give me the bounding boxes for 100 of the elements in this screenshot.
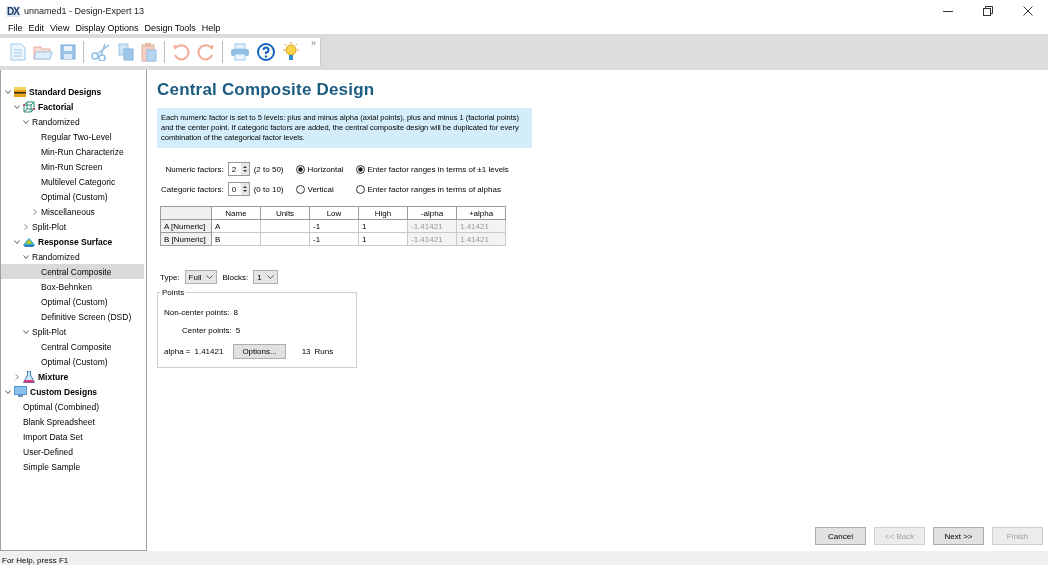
menu-item[interactable]: Design Tools — [141, 23, 199, 33]
tree-item[interactable]: Randomized — [1, 114, 144, 129]
dropdown[interactable]: 1 — [253, 270, 278, 284]
radio-empty-icon[interactable] — [355, 184, 365, 194]
spin-field[interactable]: 2 — [227, 162, 250, 176]
table-cell[interactable]: A — [211, 219, 261, 233]
caret-icon — [266, 274, 274, 280]
range-hint: (2 to 50) — [253, 164, 284, 174]
tree-item[interactable]: Optimal (Custom) — [1, 294, 144, 309]
expand-chevron-icon[interactable] — [23, 223, 29, 230]
radio-selected-icon[interactable] — [355, 164, 365, 174]
lightbulb-icon[interactable] — [282, 42, 300, 62]
tree-item[interactable]: Multilevel Categoric — [1, 174, 144, 189]
page-heading: Central Composite Design — [157, 80, 375, 100]
tree-item[interactable]: Optimal (Combined) — [1, 399, 144, 414]
field-label: Center points: — [182, 326, 232, 335]
table-cell[interactable]: 1 — [358, 219, 408, 233]
restore-icon[interactable] — [983, 6, 993, 16]
radio-button[interactable]: Enter factor ranges in terms of ±1 levels — [355, 164, 509, 174]
table-cell[interactable]: 1 — [358, 232, 408, 246]
collapse-chevron-icon[interactable] — [14, 238, 20, 245]
collapse-chevron-icon[interactable] — [5, 388, 11, 395]
field-value: 1.41421 — [194, 347, 224, 356]
tree-item[interactable]: Regular Two-Level — [1, 129, 144, 144]
dropdown[interactable]: Full — [184, 270, 218, 284]
column-header: High — [358, 206, 408, 220]
menu-item[interactable]: View — [47, 23, 73, 33]
table-cell[interactable]: B — [211, 232, 261, 246]
tree-item[interactable]: Standard Designs — [1, 84, 144, 99]
tree-item[interactable]: Min-Run Screen — [1, 159, 144, 174]
column-header: Low — [309, 206, 359, 220]
collapse-chevron-icon[interactable] — [23, 118, 29, 125]
tree-item[interactable]: Definitive Screen (DSD) — [1, 309, 144, 324]
tree-item[interactable]: Optimal (Custom) — [1, 354, 144, 369]
tree-item[interactable]: Miscellaneous — [1, 204, 144, 219]
tree-item[interactable]: Response Surface — [1, 234, 144, 249]
surface-icon — [23, 236, 35, 247]
expand-chevron-icon[interactable] — [32, 208, 38, 215]
column-header: Units — [260, 206, 310, 220]
overflow-button[interactable]: » — [311, 38, 316, 48]
radio-selected-icon[interactable] — [295, 164, 305, 174]
collapse-chevron-icon[interactable] — [23, 328, 29, 335]
field-label: Non-center points: — [164, 308, 230, 317]
menu-item[interactable]: File — [5, 23, 26, 33]
spin-arrows-icon[interactable] — [240, 163, 249, 175]
tree-item[interactable]: Min-Run Characterize — [1, 144, 144, 159]
collapse-chevron-icon[interactable] — [14, 103, 20, 110]
help-icon[interactable] — [257, 43, 275, 61]
table-cell[interactable] — [260, 232, 310, 246]
options-button[interactable]: Options... — [233, 344, 286, 359]
menu-item[interactable]: Help — [198, 23, 224, 33]
toolbox-icon — [14, 86, 26, 97]
field-label: Type: — [160, 272, 180, 282]
expand-chevron-icon[interactable] — [14, 373, 20, 380]
app-logo: DX — [6, 5, 20, 17]
table-cell[interactable]: -1 — [309, 219, 359, 233]
tree-item[interactable]: User-Defined — [1, 444, 144, 459]
tree-item[interactable]: Blank Spreadsheet — [1, 414, 144, 429]
collapse-chevron-icon[interactable] — [23, 253, 29, 260]
field-value: 8 — [233, 308, 238, 317]
column-header: Name — [211, 206, 261, 220]
close-icon[interactable] — [1023, 6, 1033, 16]
tree-item[interactable]: Optimal (Custom) — [1, 189, 144, 204]
status-text: For Help, press F1 — [2, 556, 69, 565]
spin-field[interactable]: 0 — [227, 182, 250, 196]
collapse-chevron-icon[interactable] — [5, 88, 11, 95]
tree-item[interactable]: Box-Behnken — [1, 279, 144, 294]
field-label: Blocks: — [222, 272, 249, 282]
radio-empty-icon[interactable] — [295, 184, 305, 194]
tree-item[interactable]: Split-Plot — [1, 219, 144, 234]
field-label: alpha = — [164, 347, 191, 356]
field-label: Runs — [314, 347, 334, 356]
table-cell[interactable]: -1 — [309, 232, 359, 246]
cube-icon — [23, 100, 35, 113]
menu-item[interactable]: Edit — [25, 23, 48, 33]
tree-item[interactable]: Central Composite — [1, 264, 144, 279]
spin-arrows-icon[interactable] — [240, 183, 249, 195]
tree-item[interactable]: Custom Designs — [1, 384, 144, 399]
clipboard-icon[interactable] — [141, 42, 157, 62]
tree-item[interactable]: Simple Sample — [1, 459, 144, 474]
window-title: unnamed1 - Design-Expert 13 — [23, 6, 144, 16]
radio-button[interactable]: Enter factor ranges in terms of alphas — [355, 184, 509, 194]
range-hint: (0 to 10) — [253, 184, 284, 194]
radio-button[interactable]: Vertical — [295, 184, 344, 194]
column-header: +alpha — [456, 206, 506, 220]
radio-button[interactable]: Horizontal — [295, 164, 344, 174]
field-label: Numeric factors: — [165, 164, 224, 174]
menu-item[interactable]: Display Options — [72, 23, 142, 33]
tree-item[interactable]: Import Data Set — [1, 429, 144, 444]
monitor-icon — [14, 386, 27, 397]
tree-item[interactable]: Factorial — [1, 99, 144, 114]
wizard-button[interactable]: Cancel — [815, 527, 866, 545]
tree-item[interactable]: Randomized — [1, 249, 144, 264]
tree-item[interactable]: Mixture — [1, 369, 144, 384]
wizard-button[interactable]: Next >> — [933, 527, 984, 545]
table-corner — [160, 206, 212, 220]
tree-item[interactable]: Split-Plot — [1, 324, 144, 339]
table-cell[interactable] — [260, 219, 310, 233]
field-value: 5 — [235, 326, 241, 335]
tree-item[interactable]: Central Composite — [1, 339, 144, 354]
